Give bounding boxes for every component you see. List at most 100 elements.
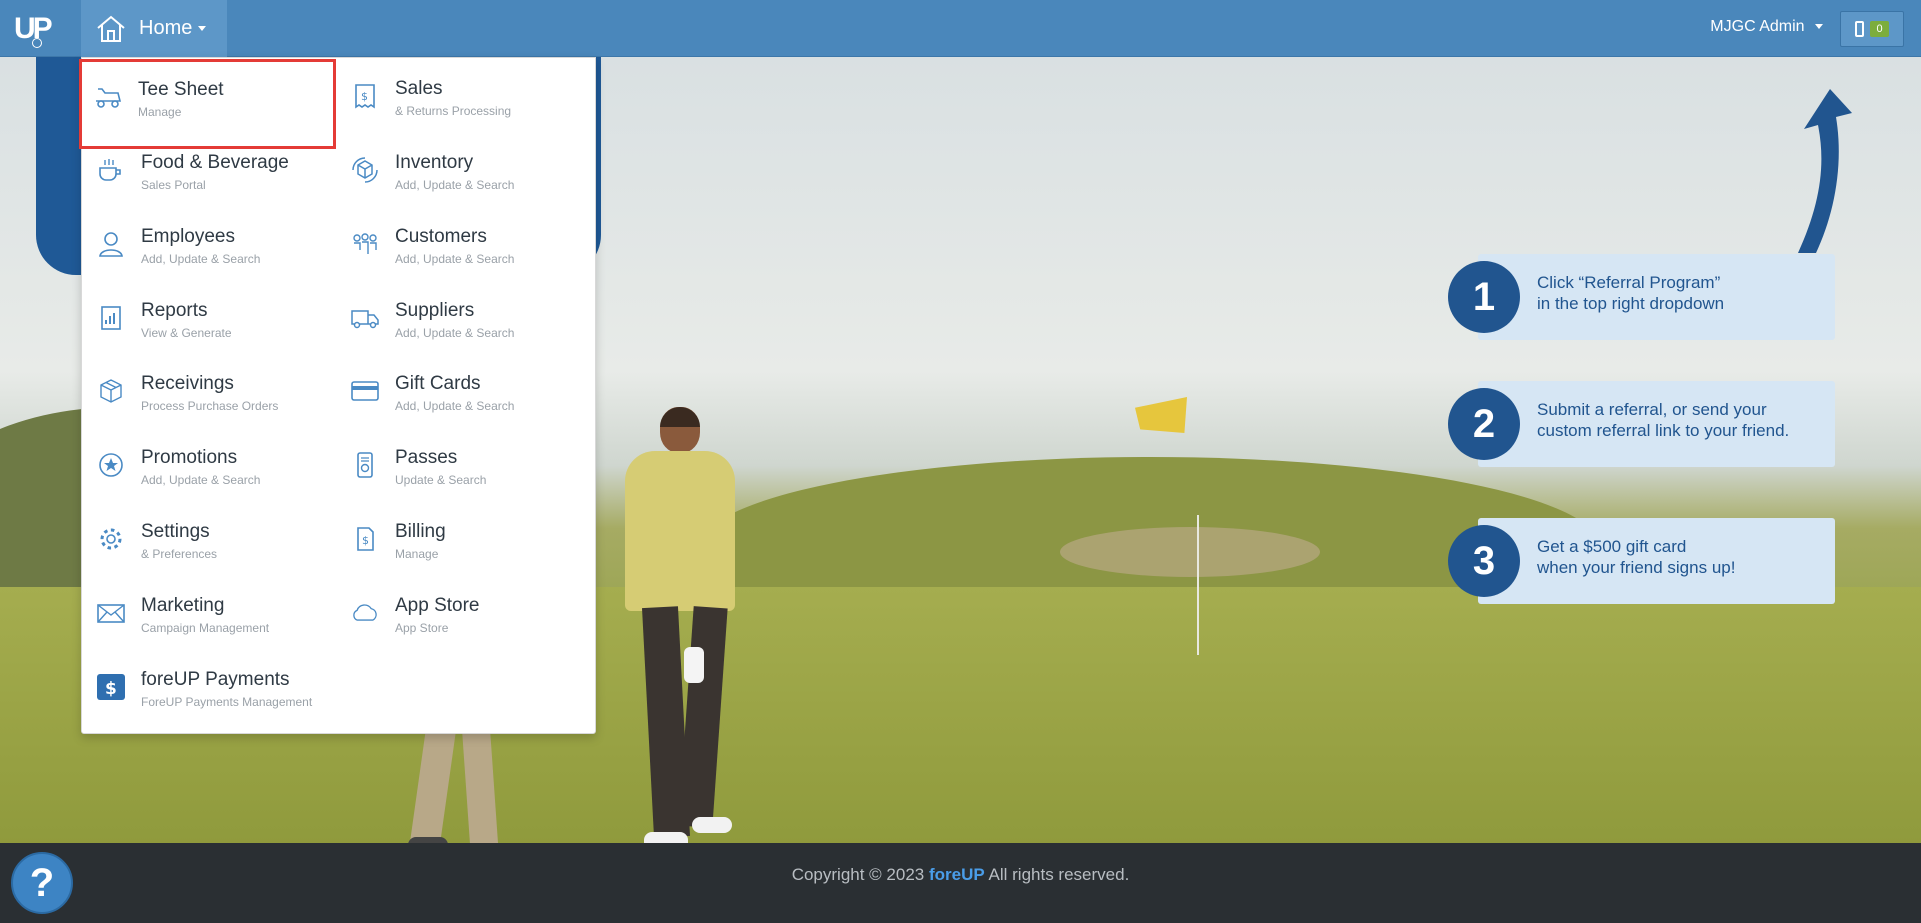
referral-step-3: 3 Get a $500 gift card when your friend … bbox=[1448, 518, 1838, 604]
gear-icon bbox=[100, 528, 122, 550]
golfer-shirt bbox=[625, 451, 735, 611]
pass-icon bbox=[357, 452, 373, 478]
menu-item-subtitle: Process Purchase Orders bbox=[141, 399, 279, 413]
envelope-icon bbox=[97, 604, 125, 623]
inventory-box-icon bbox=[352, 157, 378, 183]
menu-item-title: Settings bbox=[141, 521, 210, 542]
menu-item-title: Passes bbox=[395, 447, 458, 468]
step-text-line: custom referral link to your friend. bbox=[1537, 421, 1790, 440]
step-text-line: in the top right dropdown bbox=[1537, 294, 1725, 313]
home-dropdown-menu: Tee Sheet Manage $ Sales & Returns Proce… bbox=[79, 57, 596, 734]
golfer-shoe bbox=[644, 832, 688, 843]
menu-item-title: Suppliers bbox=[395, 300, 475, 321]
menu-item-billing[interactable]: $ Billing Manage bbox=[336, 501, 586, 575]
svg-text:$: $ bbox=[105, 679, 117, 699]
menu-item-subtitle: Campaign Management bbox=[141, 621, 270, 635]
receipt-icon: $ bbox=[355, 84, 375, 109]
menu-item-gift-cards[interactable]: Gift Cards Add, Update & Search bbox=[336, 353, 586, 427]
copyright-text: Copyright © 2023 foreUP All rights reser… bbox=[0, 865, 1921, 885]
user-name: MJGC Admin bbox=[1710, 18, 1805, 35]
golfer-glove bbox=[684, 647, 704, 683]
user-menu-button[interactable]: MJGC Admin bbox=[1710, 18, 1823, 36]
menu-item-subtitle: Update & Search bbox=[395, 473, 487, 487]
step-text-line: when your friend signs up! bbox=[1537, 558, 1736, 577]
home-menu-label: Home bbox=[139, 17, 193, 39]
phone-icon bbox=[1855, 21, 1865, 37]
menu-item-customers[interactable]: Customers Add, Update & Search bbox=[336, 206, 586, 280]
truck-icon bbox=[351, 310, 379, 329]
up-arrow-icon bbox=[1798, 89, 1852, 253]
menu-item-reports[interactable]: Reports View & Generate bbox=[82, 280, 332, 354]
menu-item-title: Inventory bbox=[395, 152, 474, 173]
golf-cart-icon bbox=[96, 88, 122, 108]
top-navbar: UP Home MJGC Admin 0 bbox=[0, 0, 1921, 57]
menu-item-employees[interactable]: Employees Add, Update & Search bbox=[82, 206, 332, 280]
customers-icon bbox=[353, 233, 377, 254]
menu-item-title: Tee Sheet bbox=[138, 79, 224, 100]
house-icon bbox=[97, 15, 125, 42]
device-count-badge: 0 bbox=[1870, 21, 1889, 37]
menu-item-subtitle: View & Generate bbox=[141, 326, 232, 340]
menu-item-title: Billing bbox=[395, 521, 446, 542]
menu-item-subtitle: Add, Update & Search bbox=[395, 252, 515, 266]
menu-item-title: Sales bbox=[395, 78, 443, 99]
menu-item-sales[interactable]: $ Sales & Returns Processing bbox=[336, 58, 586, 132]
menu-item-passes[interactable]: Passes Update & Search bbox=[336, 427, 586, 501]
step-number: 2 bbox=[1448, 388, 1520, 460]
yellow-flag-icon bbox=[1135, 397, 1187, 433]
menu-item-promotions[interactable]: Promotions Add, Update & Search bbox=[82, 427, 332, 501]
golfer-hair bbox=[660, 407, 700, 427]
menu-item-title: App Store bbox=[395, 595, 480, 616]
step-text-line: Get a $500 gift card bbox=[1537, 537, 1687, 556]
golfer-figure bbox=[600, 407, 750, 843]
svg-text:$: $ bbox=[362, 534, 369, 547]
menu-item-subtitle: Add, Update & Search bbox=[141, 473, 261, 487]
menu-item-inventory[interactable]: Inventory Add, Update & Search bbox=[336, 132, 586, 206]
menu-item-foreup-payments[interactable]: $ foreUP Payments ForeUP Payments Manage… bbox=[82, 649, 382, 723]
dollar-square-icon: $ bbox=[97, 674, 125, 700]
referral-step-1: 1 Click “Referral Program” in the top ri… bbox=[1448, 254, 1838, 340]
copyright-prefix: Copyright © 2023 bbox=[791, 865, 925, 884]
step-number: 3 bbox=[1448, 525, 1520, 597]
menu-item-title: foreUP Payments bbox=[141, 669, 290, 690]
menu-item-title: Promotions bbox=[141, 447, 238, 468]
golf-ball-icon bbox=[32, 38, 42, 48]
copyright-suffix: All rights reserved. bbox=[988, 865, 1130, 884]
menu-item-food-beverage[interactable]: Food & Beverage Sales Portal bbox=[82, 132, 332, 206]
menu-item-suppliers[interactable]: Suppliers Add, Update & Search bbox=[336, 280, 586, 354]
cloud-icon bbox=[353, 604, 377, 621]
menu-item-title: Customers bbox=[395, 226, 487, 247]
menu-item-settings[interactable]: Settings & Preferences bbox=[82, 501, 332, 575]
step-text: Get a $500 gift card when your friend si… bbox=[1537, 536, 1735, 578]
menu-item-marketing[interactable]: Marketing Campaign Management bbox=[82, 575, 332, 649]
menu-item-title: Marketing bbox=[141, 595, 225, 616]
step-text-line: Submit a referral, or send your bbox=[1537, 400, 1767, 419]
coffee-cup-icon bbox=[99, 159, 121, 181]
menu-item-subtitle: Add, Update & Search bbox=[395, 399, 515, 413]
menu-item-subtitle: ForeUP Payments Management bbox=[141, 695, 313, 709]
golfer-leg bbox=[678, 606, 728, 828]
menu-item-app-store[interactable]: App Store App Store bbox=[336, 575, 586, 649]
credit-card-icon bbox=[351, 381, 379, 401]
foreup-brand-link[interactable]: foreUP bbox=[929, 865, 985, 884]
foreup-logo[interactable]: UP bbox=[14, 12, 62, 48]
step-text: Submit a referral, or send your custom r… bbox=[1537, 399, 1789, 441]
footer: ? Copyright © 2023 foreUP All rights res… bbox=[0, 843, 1921, 923]
step-text: Click “Referral Program” in the top righ… bbox=[1537, 272, 1724, 314]
menu-item-title: Employees bbox=[141, 226, 235, 247]
chevron-down-icon bbox=[198, 26, 207, 31]
billing-icon: $ bbox=[357, 527, 374, 551]
menu-item-subtitle: Add, Update & Search bbox=[395, 326, 515, 340]
package-icon bbox=[100, 379, 122, 403]
report-icon bbox=[101, 306, 121, 330]
menu-item-subtitle: Add, Update & Search bbox=[395, 178, 515, 192]
menu-item-subtitle: & Preferences bbox=[141, 547, 218, 561]
home-menu-button[interactable]: Home bbox=[81, 0, 227, 57]
menu-item-receivings[interactable]: Receivings Process Purchase Orders bbox=[82, 353, 332, 427]
svg-text:$: $ bbox=[361, 90, 368, 103]
menu-item-subtitle: Manage bbox=[395, 547, 439, 561]
device-button[interactable]: 0 bbox=[1840, 11, 1904, 47]
step-number: 1 bbox=[1448, 261, 1520, 333]
menu-item-subtitle: & Returns Processing bbox=[395, 104, 512, 118]
sand-bunker bbox=[1060, 527, 1320, 577]
